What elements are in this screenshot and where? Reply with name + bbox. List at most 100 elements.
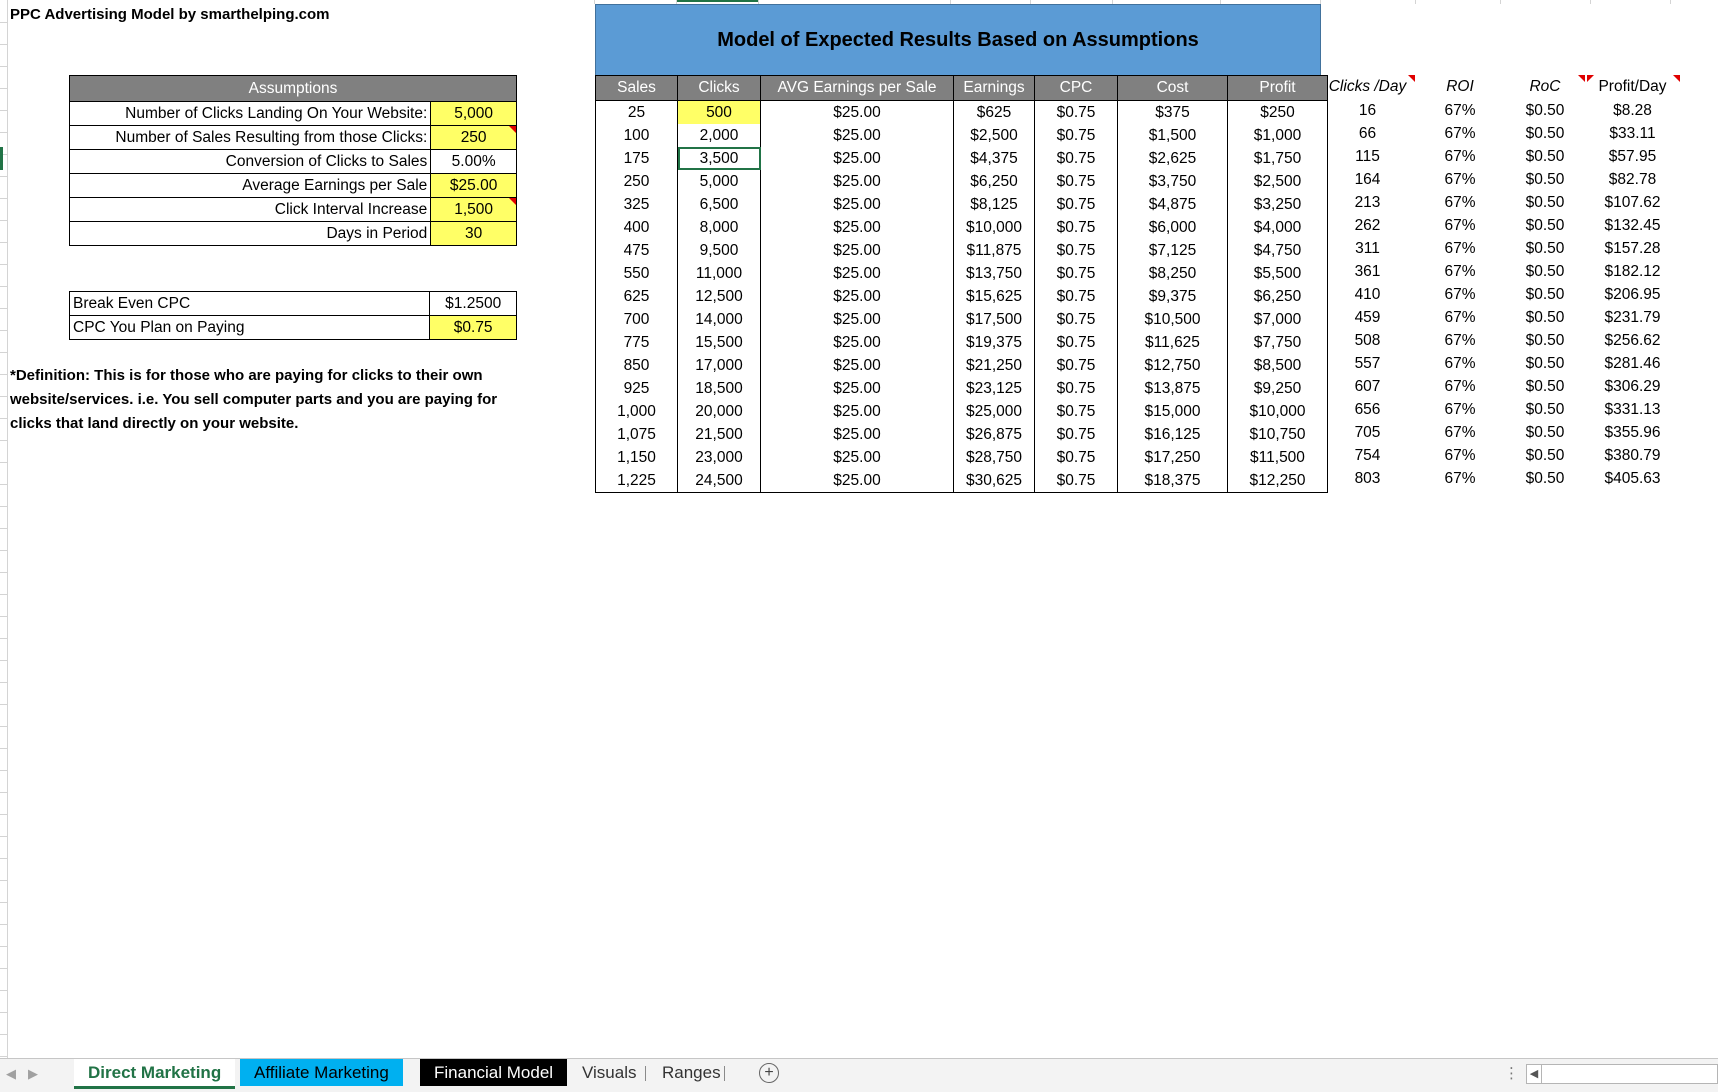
model-cell[interactable]: 12,500 xyxy=(677,285,761,308)
model-cell[interactable]: $5,500 xyxy=(1227,262,1328,285)
per-day-cell[interactable]: $157.28 xyxy=(1585,237,1680,260)
per-day-cell[interactable]: $0.50 xyxy=(1505,214,1585,237)
model-cell[interactable]: $21,250 xyxy=(953,354,1035,377)
per-day-cell[interactable]: $231.79 xyxy=(1585,306,1680,329)
per-day-cell[interactable]: 115 xyxy=(1320,145,1415,168)
model-cell[interactable]: $10,000 xyxy=(953,216,1035,239)
model-cell[interactable]: 25 xyxy=(595,100,678,124)
model-cell[interactable]: 1,225 xyxy=(595,469,678,493)
model-cell[interactable]: $25.00 xyxy=(760,100,954,124)
assumption-value-cell[interactable]: 250 xyxy=(430,125,517,150)
per-day-cell[interactable]: $0.50 xyxy=(1505,168,1585,191)
model-cell[interactable]: 850 xyxy=(595,354,678,377)
model-cell[interactable]: $15,000 xyxy=(1117,400,1228,423)
model-cell[interactable]: 3,500 xyxy=(677,147,761,170)
per-day-cell[interactable]: 67% xyxy=(1415,99,1505,122)
per-day-cell[interactable]: $0.50 xyxy=(1505,145,1585,168)
model-cell[interactable]: $10,750 xyxy=(1227,423,1328,446)
model-cell[interactable]: $8,500 xyxy=(1227,354,1328,377)
per-day-cell[interactable]: 164 xyxy=(1320,168,1415,191)
model-cell[interactable]: $7,000 xyxy=(1227,308,1328,331)
model-cell[interactable]: $25.00 xyxy=(760,308,954,331)
per-day-cell[interactable]: 67% xyxy=(1415,306,1505,329)
worksheet-area[interactable]: PPC Advertising Model by smarthelping.co… xyxy=(0,0,1718,1058)
per-day-cell[interactable]: $0.50 xyxy=(1505,398,1585,421)
per-day-cell[interactable]: 67% xyxy=(1415,421,1505,444)
model-cell[interactable]: 18,500 xyxy=(677,377,761,400)
model-cell[interactable]: $25,000 xyxy=(953,400,1035,423)
model-cell[interactable]: $0.75 xyxy=(1034,331,1118,354)
model-cell[interactable]: $2,500 xyxy=(953,124,1035,147)
model-cell[interactable]: $25.00 xyxy=(760,285,954,308)
model-cell[interactable]: 9,500 xyxy=(677,239,761,262)
per-day-cell[interactable]: $0.50 xyxy=(1505,237,1585,260)
model-cell[interactable]: $25.00 xyxy=(760,170,954,193)
sheet-tab[interactable]: Visuals xyxy=(568,1059,651,1086)
model-cell[interactable]: $0.75 xyxy=(1034,124,1118,147)
model-cell[interactable]: 550 xyxy=(595,262,678,285)
model-cell[interactable]: 2,000 xyxy=(677,124,761,147)
model-cell[interactable]: 100 xyxy=(595,124,678,147)
per-day-cell[interactable]: 361 xyxy=(1320,260,1415,283)
per-day-cell[interactable]: 66 xyxy=(1320,122,1415,145)
per-day-cell[interactable]: 67% xyxy=(1415,352,1505,375)
model-cell[interactable]: $0.75 xyxy=(1034,308,1118,331)
model-cell[interactable]: $7,125 xyxy=(1117,239,1228,262)
model-cell[interactable]: $13,750 xyxy=(953,262,1035,285)
model-column-header[interactable]: Profit xyxy=(1227,75,1328,101)
model-cell[interactable]: 20,000 xyxy=(677,400,761,423)
model-cell[interactable]: $0.75 xyxy=(1034,170,1118,193)
model-cell[interactable]: $11,500 xyxy=(1227,446,1328,469)
per-day-cell[interactable]: $0.50 xyxy=(1505,306,1585,329)
model-cell[interactable]: $25.00 xyxy=(760,124,954,147)
per-day-cell[interactable]: $331.13 xyxy=(1585,398,1680,421)
model-cell[interactable]: 21,500 xyxy=(677,423,761,446)
model-cell[interactable]: $10,500 xyxy=(1117,308,1228,331)
sheet-tab[interactable]: Financial Model xyxy=(420,1059,568,1086)
per-day-cell[interactable]: $0.50 xyxy=(1505,375,1585,398)
model-cell[interactable]: $9,250 xyxy=(1227,377,1328,400)
per-day-cell[interactable]: 67% xyxy=(1415,283,1505,306)
breakeven-value-cell[interactable]: $0.75 xyxy=(429,315,517,340)
model-cell[interactable]: $12,750 xyxy=(1117,354,1228,377)
model-cell[interactable]: 5,000 xyxy=(677,170,761,193)
per-day-cell[interactable]: 67% xyxy=(1415,444,1505,467)
model-cell[interactable]: $25.00 xyxy=(760,147,954,170)
model-cell[interactable]: $8,250 xyxy=(1117,262,1228,285)
per-day-cell[interactable]: 67% xyxy=(1415,237,1505,260)
per-day-cell[interactable]: 262 xyxy=(1320,214,1415,237)
model-cell[interactable]: $25.00 xyxy=(760,446,954,469)
sheet-tab[interactable]: Affiliate Marketing xyxy=(240,1059,403,1086)
per-day-cell[interactable]: $380.79 xyxy=(1585,444,1680,467)
per-day-cell[interactable]: 754 xyxy=(1320,444,1415,467)
per-day-cell[interactable]: 67% xyxy=(1415,122,1505,145)
model-cell[interactable]: 500 xyxy=(677,100,761,124)
model-cell[interactable]: $25.00 xyxy=(760,193,954,216)
assumption-value-cell[interactable]: 5,000 xyxy=(430,101,517,126)
model-column-header[interactable]: Earnings xyxy=(953,75,1035,101)
next-sheet-arrow-icon[interactable]: ▶ xyxy=(28,1066,38,1082)
model-cell[interactable]: 925 xyxy=(595,377,678,400)
model-cell[interactable]: $6,250 xyxy=(953,170,1035,193)
model-cell[interactable]: $625 xyxy=(953,100,1035,124)
model-cell[interactable]: $0.75 xyxy=(1034,377,1118,400)
model-cell[interactable]: $2,500 xyxy=(1227,170,1328,193)
model-cell[interactable]: $2,625 xyxy=(1117,147,1228,170)
per-day-cell[interactable]: 67% xyxy=(1415,375,1505,398)
model-cell[interactable]: $0.75 xyxy=(1034,469,1118,493)
per-day-cell[interactable]: $281.46 xyxy=(1585,352,1680,375)
per-day-cell[interactable]: $0.50 xyxy=(1505,191,1585,214)
model-cell[interactable]: 700 xyxy=(595,308,678,331)
model-cell[interactable]: $18,375 xyxy=(1117,469,1228,493)
model-cell[interactable]: $17,250 xyxy=(1117,446,1228,469)
model-cell[interactable]: $25.00 xyxy=(760,216,954,239)
model-cell[interactable]: 23,000 xyxy=(677,446,761,469)
model-cell[interactable]: $25.00 xyxy=(760,423,954,446)
per-day-cell[interactable]: 607 xyxy=(1320,375,1415,398)
model-cell[interactable]: $0.75 xyxy=(1034,423,1118,446)
model-cell[interactable]: $23,125 xyxy=(953,377,1035,400)
per-day-cell[interactable]: 459 xyxy=(1320,306,1415,329)
per-day-cell[interactable]: 557 xyxy=(1320,352,1415,375)
model-cell[interactable]: $15,625 xyxy=(953,285,1035,308)
per-day-cell[interactable]: 67% xyxy=(1415,398,1505,421)
